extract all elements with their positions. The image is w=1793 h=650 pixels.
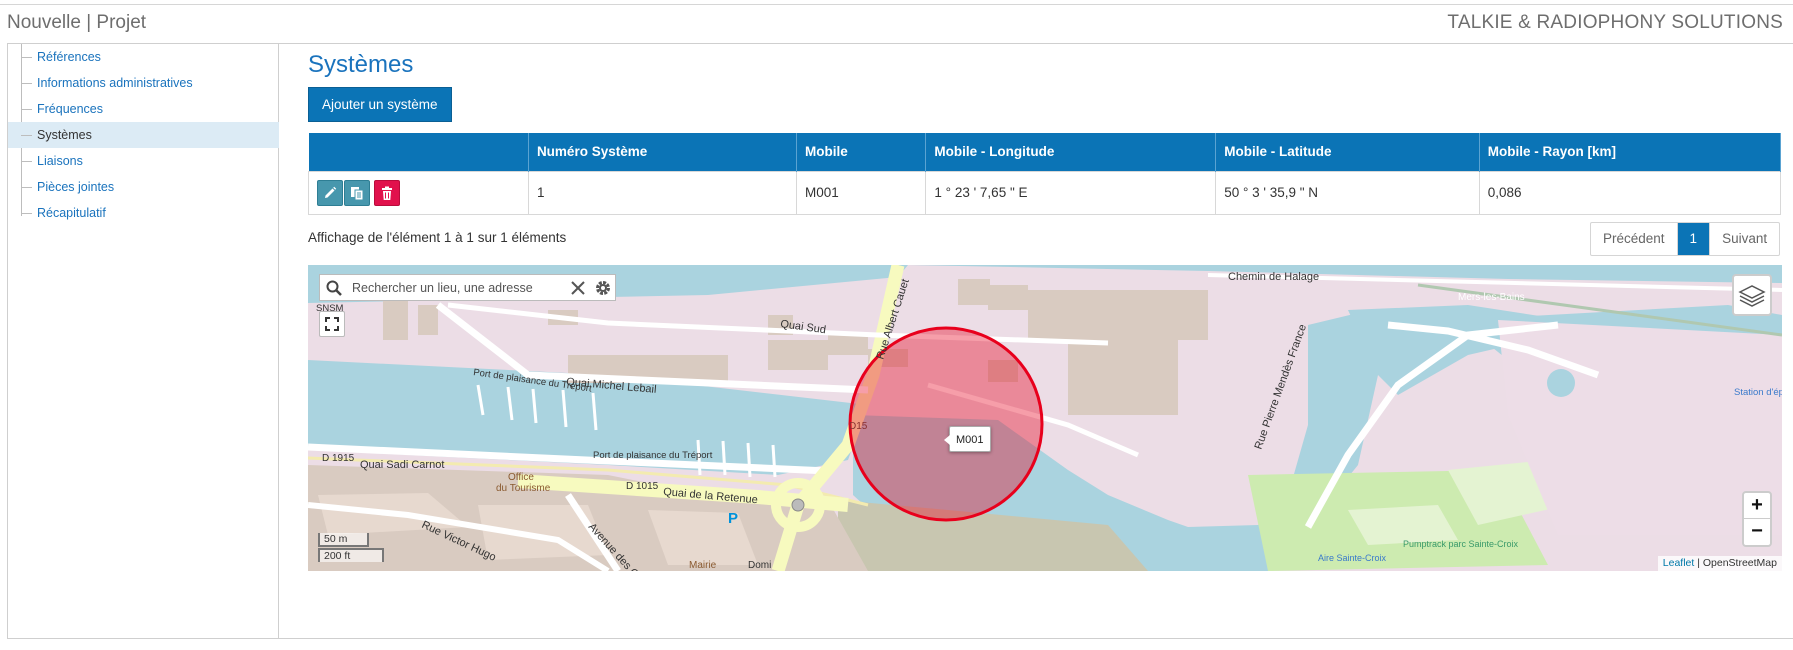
map-label-mairie: Mairie [689, 560, 717, 571]
copy-icon [351, 186, 364, 200]
table-info: Affichage de l'élément 1 à 1 sur 1 éléme… [308, 230, 567, 245]
column-header-actions [308, 133, 529, 171]
osm-link[interactable]: OpenStreetMap [1703, 557, 1777, 569]
map-attribution: Leaflet | OpenStreetMap [1657, 556, 1782, 571]
sidebar-item-pieces-jointes[interactable]: Pièces jointes [8, 174, 279, 200]
map-label-office: Office [508, 472, 534, 483]
column-header-numero[interactable]: Numéro Système [528, 133, 797, 171]
sidebar-item-label: Liaisons [37, 154, 83, 168]
cell-latitude: 50 ° 3 ' 35,9 " N [1215, 170, 1480, 215]
cell-numero: 1 [527, 170, 797, 215]
fullscreen-button[interactable] [319, 311, 345, 337]
scale-metric: 50 m [318, 533, 369, 547]
column-header-mobile[interactable]: Mobile [796, 133, 927, 171]
table-header-row: Numéro Système Mobile Mobile - Longitude… [308, 133, 1782, 171]
map-tiles: Chemin de Halage Mers-les-Bains Quai Sud… [308, 265, 1782, 571]
systems-table: Numéro Système Mobile Mobile - Longitude… [308, 133, 1782, 215]
zoom-out-button[interactable]: − [1744, 519, 1770, 545]
sidebar-item-label: Récapitulatif [37, 206, 106, 220]
map-label-station: Station d'épuration de Le Tréport [1734, 387, 1782, 398]
edit-button[interactable] [317, 179, 343, 206]
cell-mobile: M001 [795, 170, 927, 215]
map-label-d1015: D 1015 [626, 481, 659, 492]
sidebar-item-label: Fréquences [37, 102, 104, 116]
sidebar-item-frequences[interactable]: Fréquences [8, 96, 279, 122]
row-actions-cell [308, 170, 529, 215]
map-label-parking: P [728, 510, 738, 527]
search-icon [326, 280, 343, 300]
attribution-separator: | [1694, 557, 1703, 569]
sidebar-item-label: Références [37, 50, 101, 64]
sidebar-item-informations-administratives[interactable]: Informations administratives [8, 70, 279, 96]
map[interactable]: Chemin de Halage Mers-les-Bains Quai Sud… [308, 265, 1782, 571]
sidebar-item-label: Systèmes [37, 128, 92, 142]
column-header-latitude[interactable]: Mobile - Latitude [1215, 133, 1480, 171]
map-label-du-tourisme: du Tourisme [496, 483, 551, 494]
main-content: Systèmes Ajouter un système Numéro Systè… [308, 44, 1793, 638]
zoom-in-button[interactable]: + [1744, 493, 1770, 519]
sidebar-item-liaisons[interactable]: Liaisons [8, 148, 279, 174]
app-header: Nouvelle | Projet TALKIE & RADIOPHONY SO… [0, 5, 1793, 43]
sidebar-item-label: Pièces jointes [37, 180, 115, 194]
column-header-rayon[interactable]: Mobile - Rayon [km] [1479, 133, 1782, 171]
fullscreen-icon [325, 317, 339, 331]
map-label-pumptrack: Pumptrack parc Sainte-Croix [1403, 539, 1519, 549]
layers-button[interactable] [1732, 274, 1772, 316]
map-label-d1915: D 1915 [322, 453, 355, 464]
brand-name: TALKIE & RADIOPHONY SOLUTIONS [1447, 12, 1783, 33]
sidebar-item-recapitulatif[interactable]: Récapitulatif [8, 200, 279, 226]
pagination: Précédent 1 Suivant [1590, 222, 1781, 256]
scale-imperial: 200 ft [318, 548, 384, 562]
marker-label-m001[interactable]: M001 [944, 426, 991, 452]
map-search-box [319, 274, 616, 301]
map-label-chemin-halage: Chemin de Halage [1228, 271, 1319, 283]
map-label-quai-sadi-carnot: Quai Sadi Carnot [360, 459, 444, 471]
column-header-longitude[interactable]: Mobile - Longitude [925, 133, 1217, 171]
map-label-aire: Aire Sainte-Croix [1318, 553, 1387, 563]
sidebar-item-label: Informations administratives [37, 76, 193, 90]
map-scale: 50 m 200 ft [318, 533, 384, 562]
pagination-page-1[interactable]: 1 [1677, 223, 1710, 255]
edit-icon [325, 186, 337, 198]
pagination-next[interactable]: Suivant [1709, 223, 1779, 255]
leaflet-link[interactable]: Leaflet [1663, 557, 1695, 569]
map-label-domi: Domi [748, 560, 771, 571]
map-label-mers-bains: Mers-les-Bains [1458, 292, 1525, 303]
delete-button[interactable] [374, 179, 400, 206]
cell-longitude: 1 ° 23 ' 7,65 " E [925, 170, 1217, 215]
content-frame: Références Informations administratives … [7, 43, 1793, 639]
add-system-button[interactable]: Ajouter un système [308, 87, 452, 122]
zoom-control: + − [1742, 491, 1772, 547]
layers-icon [1738, 285, 1766, 307]
app-title: Nouvelle | Projet [7, 12, 147, 33]
page-title: Systèmes [308, 51, 414, 78]
sidebar-item-references[interactable]: Références [8, 44, 279, 70]
sidebar-item-systemes[interactable]: Systèmes [8, 122, 279, 148]
map-label-port-plaisance-2: Port de plaisance du Tréport [593, 450, 713, 461]
gear-icon[interactable] [594, 279, 612, 300]
map-label-d15: D15 [849, 421, 868, 432]
sidebar: Références Informations administratives … [8, 44, 279, 638]
table-row: 1 M001 1 ° 23 ' 7,65 " E 50 ° 3 ' 35,9 "… [308, 170, 1782, 215]
map-search-input[interactable] [352, 277, 570, 299]
trash-icon [382, 186, 392, 200]
pagination-previous[interactable]: Précédent [1591, 223, 1678, 255]
copy-button[interactable] [344, 179, 370, 206]
close-icon[interactable] [570, 280, 586, 299]
cell-rayon: 0,086 [1478, 170, 1782, 215]
